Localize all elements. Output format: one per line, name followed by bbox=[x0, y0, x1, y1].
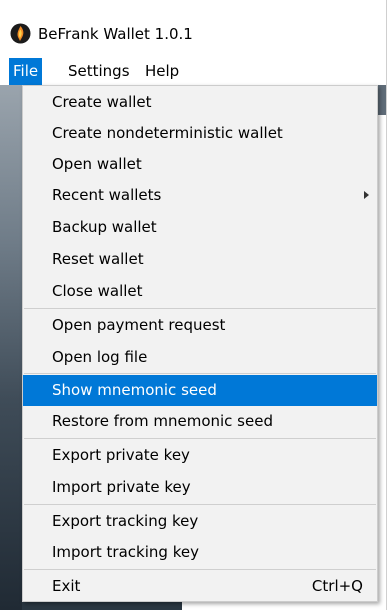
menu-item-label: Create nondeterministic wallet bbox=[52, 124, 283, 142]
menu-item-label: Reset wallet bbox=[52, 250, 144, 268]
menu-item-open-wallet[interactable]: Open wallet bbox=[23, 149, 377, 180]
menu-file[interactable]: File bbox=[9, 58, 43, 85]
submenu-arrow-icon bbox=[364, 191, 369, 199]
menu-item-show-mnemonic-seed[interactable]: Show mnemonic seed bbox=[23, 375, 377, 406]
background-toolbar-edge bbox=[378, 85, 386, 115]
menu-item-label: Import private key bbox=[52, 478, 191, 496]
menu-item-label: Backup wallet bbox=[52, 218, 157, 236]
menu-separator bbox=[24, 504, 376, 505]
menu-item-label: Create wallet bbox=[52, 93, 152, 111]
menu-item-create-wallet[interactable]: Create wallet bbox=[23, 87, 377, 118]
menu-settings[interactable]: Settings bbox=[64, 58, 134, 85]
title-bar[interactable]: BeFrank Wallet 1.0.1 bbox=[0, 0, 386, 58]
menu-item-import-tracking-key[interactable]: Import tracking key bbox=[23, 537, 377, 568]
menu-item-label: Export tracking key bbox=[52, 512, 199, 530]
background-content-left bbox=[0, 85, 22, 610]
menu-item-label: Close wallet bbox=[52, 282, 143, 300]
menu-help[interactable]: Help bbox=[141, 58, 183, 85]
menu-item-open-log-file[interactable]: Open log file bbox=[23, 342, 377, 373]
window-title: BeFrank Wallet 1.0.1 bbox=[38, 25, 193, 43]
menu-item-label: Open payment request bbox=[52, 316, 226, 334]
menu-item-import-private-key[interactable]: Import private key bbox=[23, 472, 377, 503]
befrank-logo-icon bbox=[10, 23, 31, 44]
app-window: BeFrank Wallet 1.0.1 File Settings Help … bbox=[0, 0, 387, 610]
menu-separator bbox=[24, 373, 376, 374]
menu-separator bbox=[24, 438, 376, 439]
menu-item-create-nondeterministic-wallet[interactable]: Create nondeterministic wallet bbox=[23, 118, 377, 149]
background-content-right bbox=[378, 115, 386, 610]
menu-item-label: Exit bbox=[52, 577, 81, 595]
menu-item-label: Export private key bbox=[52, 446, 190, 464]
menu-item-backup-wallet[interactable]: Backup wallet bbox=[23, 212, 377, 243]
menu-item-export-tracking-key[interactable]: Export tracking key bbox=[23, 506, 377, 537]
menu-item-close-wallet[interactable]: Close wallet bbox=[23, 276, 377, 307]
menu-item-reset-wallet[interactable]: Reset wallet bbox=[23, 244, 377, 275]
menu-item-label: Open log file bbox=[52, 348, 148, 366]
menu-item-restore-from-mnemonic-seed[interactable]: Restore from mnemonic seed bbox=[23, 406, 377, 437]
menu-item-label: Open wallet bbox=[52, 155, 142, 173]
menu-item-label: Recent wallets bbox=[52, 186, 162, 204]
menu-item-recent-wallets[interactable]: Recent wallets bbox=[23, 180, 377, 211]
menu-item-open-payment-request[interactable]: Open payment request bbox=[23, 310, 377, 341]
file-menu-dropdown: Create wallet Create nondeterministic wa… bbox=[22, 85, 378, 602]
background-content-bottom bbox=[22, 602, 378, 610]
menu-item-label: Show mnemonic seed bbox=[52, 381, 217, 399]
menu-separator bbox=[24, 308, 376, 309]
menu-item-exit[interactable]: Exit Ctrl+Q bbox=[23, 571, 377, 602]
menu-bar: File Settings Help bbox=[0, 58, 386, 85]
menu-item-label: Import tracking key bbox=[52, 543, 199, 561]
menu-item-label: Restore from mnemonic seed bbox=[52, 412, 273, 430]
menu-item-export-private-key[interactable]: Export private key bbox=[23, 440, 377, 471]
menu-separator bbox=[24, 569, 376, 570]
menu-item-shortcut: Ctrl+Q bbox=[311, 577, 363, 595]
